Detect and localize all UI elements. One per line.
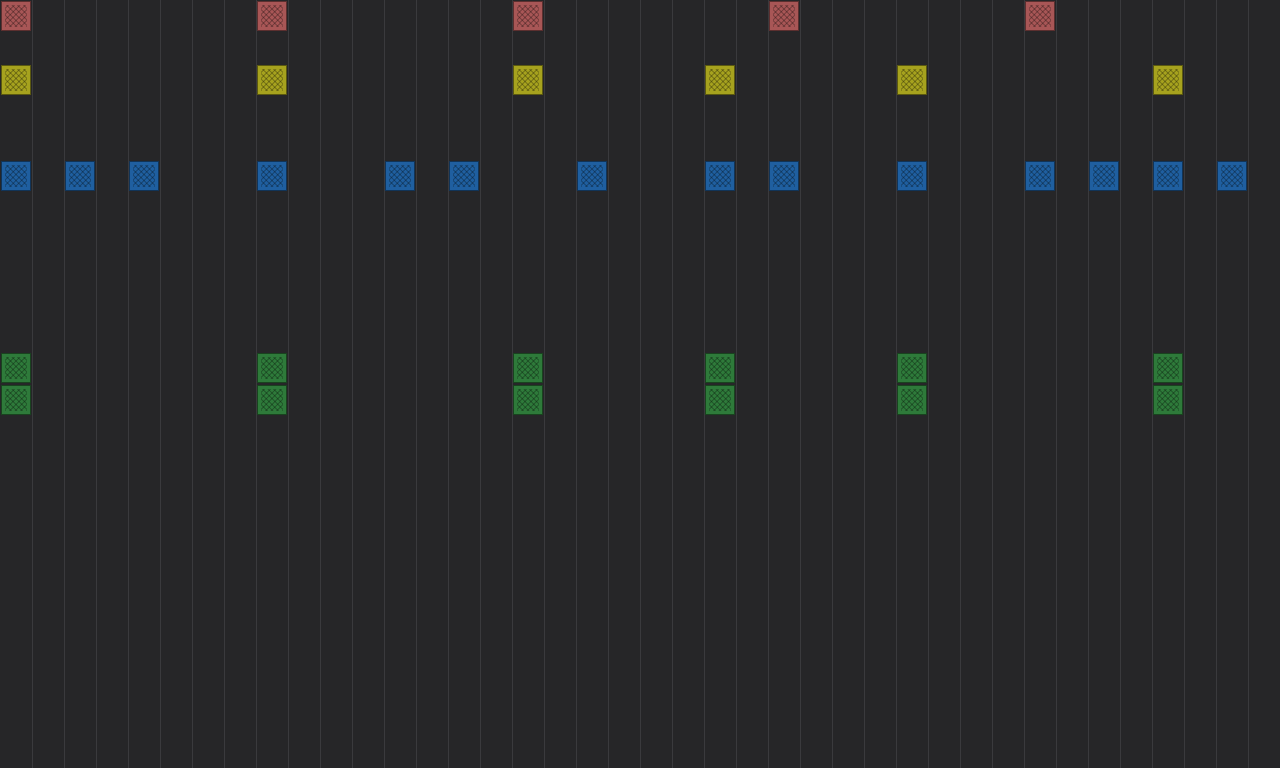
step-divider [704, 0, 705, 768]
step-divider [480, 0, 481, 768]
step-sequencer-grid[interactable] [0, 0, 1280, 768]
step-divider [544, 0, 545, 768]
step-cell-track-4-8[interactable] [257, 353, 287, 383]
step-cell-track-4-16[interactable] [513, 353, 543, 383]
step-divider [32, 0, 33, 768]
step-cell-track-2-36[interactable] [1153, 65, 1183, 95]
step-cell-track-3-38[interactable] [1217, 161, 1247, 191]
step-divider [1120, 0, 1121, 768]
step-divider [576, 0, 577, 768]
step-divider [640, 0, 641, 768]
step-divider [672, 0, 673, 768]
step-cell-track-3-24[interactable] [769, 161, 799, 191]
step-cell-track-2-28[interactable] [897, 65, 927, 95]
step-divider [1056, 0, 1057, 768]
step-divider [512, 0, 513, 768]
step-cell-track-5-0[interactable] [1, 385, 31, 415]
step-divider [288, 0, 289, 768]
step-cell-track-5-36[interactable] [1153, 385, 1183, 415]
step-cell-track-2-8[interactable] [257, 65, 287, 95]
step-divider [864, 0, 865, 768]
step-cell-track-3-4[interactable] [129, 161, 159, 191]
step-cell-track-4-0[interactable] [1, 353, 31, 383]
step-cell-track-3-14[interactable] [449, 161, 479, 191]
step-cell-track-3-28[interactable] [897, 161, 927, 191]
step-divider [416, 0, 417, 768]
step-cell-track-1-24[interactable] [769, 1, 799, 31]
step-cell-track-3-36[interactable] [1153, 161, 1183, 191]
step-cell-track-5-28[interactable] [897, 385, 927, 415]
step-divider [96, 0, 97, 768]
step-divider [64, 0, 65, 768]
step-divider [768, 0, 769, 768]
step-cell-track-5-8[interactable] [257, 385, 287, 415]
step-divider [224, 0, 225, 768]
step-divider [1152, 0, 1153, 768]
step-cell-track-2-22[interactable] [705, 65, 735, 95]
step-divider [1088, 0, 1089, 768]
step-cell-track-5-16[interactable] [513, 385, 543, 415]
step-cell-track-3-12[interactable] [385, 161, 415, 191]
step-cell-track-3-34[interactable] [1089, 161, 1119, 191]
step-cell-track-2-0[interactable] [1, 65, 31, 95]
step-cell-track-4-22[interactable] [705, 353, 735, 383]
step-cell-track-3-32[interactable] [1025, 161, 1055, 191]
step-cell-track-1-32[interactable] [1025, 1, 1055, 31]
step-divider [256, 0, 257, 768]
step-cell-track-5-22[interactable] [705, 385, 735, 415]
step-divider [1248, 0, 1249, 768]
step-divider [384, 0, 385, 768]
step-cell-track-1-8[interactable] [257, 1, 287, 31]
step-cell-track-4-36[interactable] [1153, 353, 1183, 383]
step-divider [800, 0, 801, 768]
step-cell-track-3-18[interactable] [577, 161, 607, 191]
step-divider [320, 0, 321, 768]
step-divider [928, 0, 929, 768]
step-divider [352, 0, 353, 768]
step-divider [448, 0, 449, 768]
step-cell-track-1-0[interactable] [1, 1, 31, 31]
step-cell-track-3-22[interactable] [705, 161, 735, 191]
step-cell-track-3-0[interactable] [1, 161, 31, 191]
step-divider [1024, 0, 1025, 768]
step-divider [736, 0, 737, 768]
step-divider [128, 0, 129, 768]
step-divider [896, 0, 897, 768]
step-divider [192, 0, 193, 768]
step-divider [1184, 0, 1185, 768]
step-divider [960, 0, 961, 768]
step-cell-track-3-2[interactable] [65, 161, 95, 191]
step-divider [160, 0, 161, 768]
step-cell-track-2-16[interactable] [513, 65, 543, 95]
step-divider [1216, 0, 1217, 768]
step-cell-track-1-16[interactable] [513, 1, 543, 31]
step-cell-track-3-8[interactable] [257, 161, 287, 191]
step-cell-track-4-28[interactable] [897, 353, 927, 383]
step-divider [832, 0, 833, 768]
step-divider [992, 0, 993, 768]
step-divider [608, 0, 609, 768]
